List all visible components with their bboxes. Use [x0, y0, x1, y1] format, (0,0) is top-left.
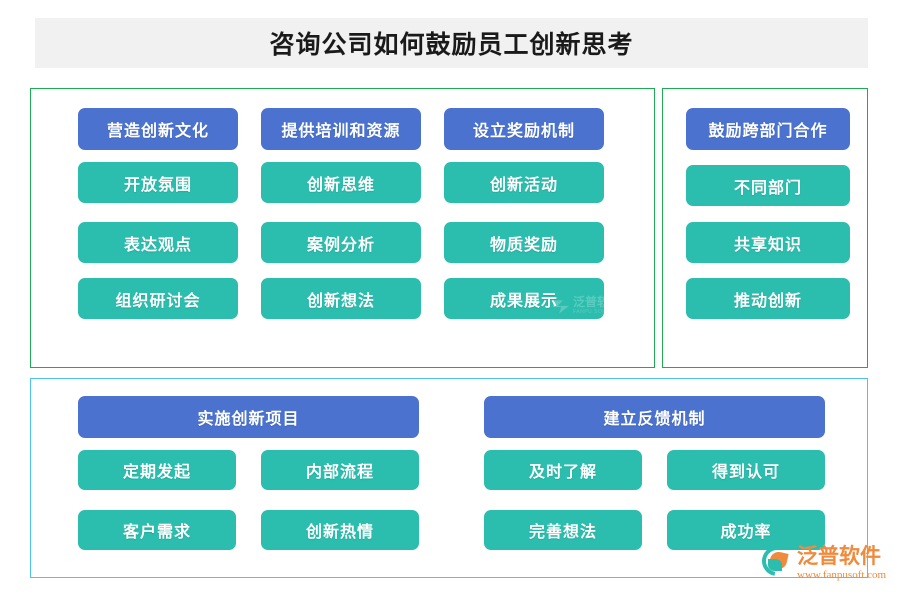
box-item-cross-2[interactable]: 共享知识	[686, 222, 850, 263]
fanpu-swoosh-icon	[756, 540, 798, 582]
box-item-cross-1[interactable]: 不同部门	[686, 165, 850, 206]
title-banner: 咨询公司如何鼓励员工创新思考	[35, 18, 868, 68]
box-item-implement-1[interactable]: 定期发起	[78, 450, 236, 490]
box-header-implement-project[interactable]: 实施创新项目	[78, 396, 419, 438]
box-header-reward[interactable]: 设立奖励机制	[444, 108, 604, 150]
box-header-feedback-mechanism[interactable]: 建立反馈机制	[484, 396, 825, 438]
brand-logo-text: 泛普软件 www.fanpusoft.com	[797, 546, 886, 581]
box-item-implement-2[interactable]: 内部流程	[261, 450, 419, 490]
brand-logo: 泛普软件 www.fanpusoft.com	[756, 540, 886, 582]
box-item-culture-1[interactable]: 开放氛围	[78, 162, 238, 203]
box-header-cross-department[interactable]: 鼓励跨部门合作	[686, 108, 850, 150]
box-item-training-1[interactable]: 创新思维	[261, 162, 421, 203]
brand-name: 泛普软件	[797, 544, 881, 568]
box-item-implement-3[interactable]: 客户需求	[78, 510, 236, 550]
page-title: 咨询公司如何鼓励员工创新思考	[269, 32, 634, 59]
box-item-feedback-2[interactable]: 得到认可	[667, 450, 825, 490]
box-item-reward-1[interactable]: 创新活动	[444, 162, 604, 203]
box-item-training-2[interactable]: 案例分析	[261, 222, 421, 263]
box-item-culture-3[interactable]: 组织研讨会	[78, 278, 238, 319]
box-item-reward-3[interactable]: 成果展示	[444, 278, 604, 319]
box-item-feedback-1[interactable]: 及时了解	[484, 450, 642, 490]
brand-url: www.fanpusoft.com	[797, 569, 887, 581]
box-item-culture-2[interactable]: 表达观点	[78, 222, 238, 263]
box-header-culture[interactable]: 营造创新文化	[78, 108, 238, 150]
box-item-cross-3[interactable]: 推动创新	[686, 278, 850, 319]
box-item-implement-4[interactable]: 创新热情	[261, 510, 419, 550]
box-item-feedback-3[interactable]: 完善想法	[484, 510, 642, 550]
box-header-training[interactable]: 提供培训和资源	[261, 108, 421, 150]
box-item-training-3[interactable]: 创新想法	[261, 278, 421, 319]
diagram-canvas: 咨询公司如何鼓励员工创新思考 营造创新文化 开放氛围 表达观点 组织研讨会 提供…	[0, 0, 900, 600]
box-item-reward-2[interactable]: 物质奖励	[444, 222, 604, 263]
